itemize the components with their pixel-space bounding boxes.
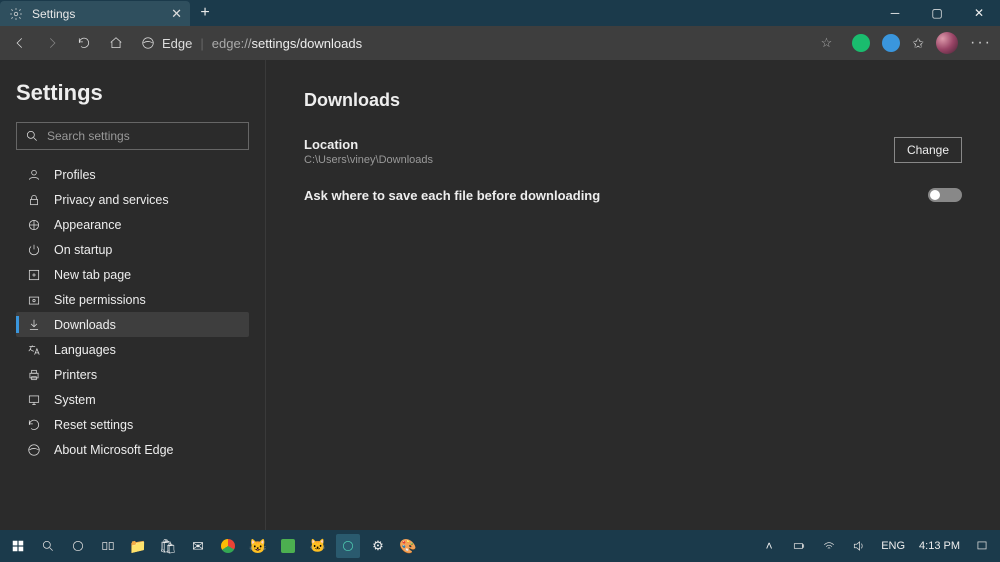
sidebar-item-downloads[interactable]: Downloads [16, 312, 249, 337]
sidebar-item-label: Appearance [54, 218, 121, 232]
close-window-button[interactable]: ✕ [958, 0, 1000, 26]
permissions-icon [26, 292, 42, 308]
page-heading: Downloads [304, 90, 962, 111]
favorites-icon[interactable]: ✩ [912, 35, 924, 52]
content-area: Settings Search settings Profiles Privacy… [0, 60, 1000, 530]
browser-tab[interactable]: Settings ✕ [0, 1, 190, 26]
appearance-icon [26, 217, 42, 233]
paint-icon[interactable]: 🎨 [396, 534, 420, 558]
windows-taskbar: 📁 🛍 ✉ 😺 🐱 ⚙ 🎨 ˄ ENG 4:13 PM [0, 530, 1000, 562]
location-label: Location [304, 137, 433, 152]
volume-icon[interactable] [847, 534, 871, 558]
sidebar-item-label: Reset settings [54, 418, 133, 432]
sidebar-item-label: New tab page [54, 268, 131, 282]
file-explorer-icon[interactable]: 📁 [126, 534, 150, 558]
close-tab-icon[interactable]: ✕ [171, 6, 182, 22]
settings-main-panel: Downloads Location C:\Users\viney\Downlo… [266, 60, 1000, 530]
window-controls: ─ ▢ ✕ [874, 0, 1000, 26]
sidebar-title: Settings [16, 80, 249, 106]
refresh-button[interactable] [72, 31, 96, 55]
sidebar-item-label: On startup [54, 243, 112, 257]
battery-icon[interactable] [787, 534, 811, 558]
sidebar-item-site-permissions[interactable]: Site permissions [16, 287, 249, 312]
sidebar-item-new-tab-page[interactable]: New tab page [16, 262, 249, 287]
clock[interactable]: 4:13 PM [915, 540, 964, 552]
sidebar-item-label: System [54, 393, 96, 407]
sidebar-item-label: Privacy and services [54, 193, 169, 207]
language-indicator[interactable]: ENG [877, 540, 909, 552]
start-button[interactable] [6, 534, 30, 558]
more-menu-icon[interactable]: ··· [970, 34, 992, 52]
app-icon-1[interactable]: 😺 [246, 534, 270, 558]
change-location-button[interactable]: Change [894, 137, 962, 163]
sidebar-item-profiles[interactable]: Profiles [16, 162, 249, 187]
browser-toolbar: Edge | edge://settings/downloads ☆ ✩ ··· [0, 26, 1000, 60]
notification-icon[interactable] [970, 534, 994, 558]
location-path: C:\Users\viney\Downloads [304, 154, 433, 166]
maximize-button[interactable]: ▢ [916, 0, 958, 26]
sidebar-item-label: Languages [54, 343, 116, 357]
mail-icon[interactable]: ✉ [186, 534, 210, 558]
sidebar-item-about-microsoft-edge[interactable]: About Microsoft Edge [16, 437, 249, 462]
app-icon-3[interactable]: 🐱 [306, 534, 330, 558]
edge-task-icon[interactable] [336, 534, 360, 558]
printer-icon [26, 367, 42, 383]
sidebar-item-appearance[interactable]: Appearance [16, 212, 249, 237]
search-settings-input[interactable]: Search settings [16, 122, 249, 150]
favorite-star-icon[interactable]: ☆ [821, 35, 833, 51]
new-tab-button[interactable]: + [190, 0, 220, 26]
gear-icon [8, 6, 24, 22]
sidebar-item-label: Printers [54, 368, 97, 382]
back-button[interactable] [8, 31, 32, 55]
reset-icon [26, 417, 42, 433]
settings-task-icon[interactable]: ⚙ [366, 534, 390, 558]
sidebar-item-label: Downloads [54, 318, 116, 332]
address-bar[interactable]: Edge | edge://settings/downloads ☆ [136, 31, 836, 55]
title-bar: Settings ✕ + ─ ▢ ✕ [0, 0, 1000, 26]
tray-chevron-icon[interactable]: ˄ [757, 534, 781, 558]
languages-icon [26, 342, 42, 358]
sidebar-item-system[interactable]: System [16, 387, 249, 412]
store-icon[interactable]: 🛍 [156, 534, 180, 558]
url-text: edge://settings/downloads [212, 36, 362, 51]
sidebar-item-on-startup[interactable]: On startup [16, 237, 249, 262]
app-icon-2[interactable] [276, 534, 300, 558]
sidebar-item-privacy-and-services[interactable]: Privacy and services [16, 187, 249, 212]
extension-blue-icon[interactable] [882, 34, 900, 52]
ask-save-toggle[interactable] [928, 188, 962, 202]
sidebar-item-label: About Microsoft Edge [54, 443, 174, 457]
extension-green-icon[interactable] [852, 34, 870, 52]
profile-avatar[interactable] [936, 32, 958, 54]
settings-sidebar: Settings Search settings Profiles Privacy… [0, 60, 266, 530]
ask-save-label: Ask where to save each file before downl… [304, 188, 600, 203]
sidebar-item-reset-settings[interactable]: Reset settings [16, 412, 249, 437]
sidebar-item-languages[interactable]: Languages [16, 337, 249, 362]
minimize-button[interactable]: ─ [874, 0, 916, 26]
lock-icon [26, 192, 42, 208]
search-placeholder: Search settings [47, 129, 130, 143]
edge-label: Edge [162, 36, 192, 51]
about-icon [26, 442, 42, 458]
download-icon [26, 317, 42, 333]
profile-icon [26, 167, 42, 183]
cortana-icon[interactable] [66, 534, 90, 558]
search-task-icon[interactable] [36, 534, 60, 558]
separator: | [200, 36, 203, 51]
tab-title: Settings [32, 7, 75, 21]
chrome-icon[interactable] [216, 534, 240, 558]
wifi-icon[interactable] [817, 534, 841, 558]
system-icon [26, 392, 42, 408]
forward-button[interactable] [40, 31, 64, 55]
home-button[interactable] [104, 31, 128, 55]
sidebar-item-label: Profiles [54, 168, 96, 182]
power-icon [26, 242, 42, 258]
task-view-icon[interactable] [96, 534, 120, 558]
sidebar-item-label: Site permissions [54, 293, 146, 307]
edge-logo-icon [140, 35, 156, 51]
newtab-icon [26, 267, 42, 283]
sidebar-item-printers[interactable]: Printers [16, 362, 249, 387]
